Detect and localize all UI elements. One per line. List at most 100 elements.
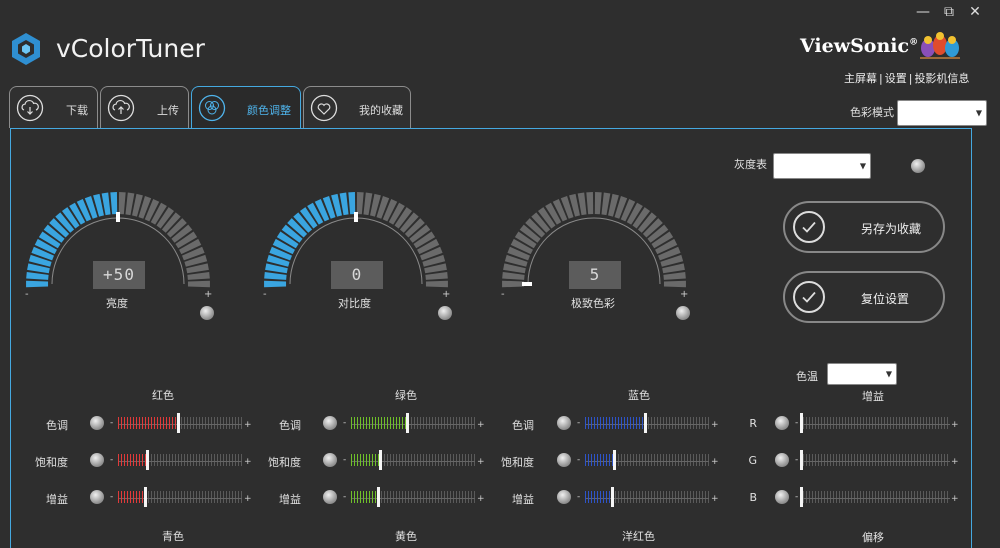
green-row-label: 增益 [279,493,301,506]
slider-track [800,461,950,462]
blue-row-reset-icon[interactable] [557,490,571,504]
slider-fill [118,454,147,466]
gauge-segment [118,192,126,215]
tab-upload[interactable]: 上传 [100,86,189,128]
gain-g-reset-icon[interactable] [775,453,789,467]
slider-thumb[interactable] [405,413,409,433]
chevron-down-icon: ▼ [859,161,866,171]
tab-upload-label: 上传 [157,104,179,117]
contrast-plus: + [442,289,451,300]
save-favorite-button[interactable]: 另存为收藏 [783,201,945,253]
slider-thumb[interactable] [377,487,381,507]
settings-link[interactable]: 设置 [885,72,907,85]
gauge-segment [26,280,49,288]
green-row-slider[interactable] [351,487,475,507]
green-row-slider[interactable] [351,450,475,470]
slider-ticks [800,454,950,466]
tab-download[interactable]: 下载 [9,86,98,128]
slider-thumb[interactable] [800,487,803,507]
slider-thumb[interactable] [145,450,149,470]
blue-row-reset-icon[interactable] [557,416,571,430]
gauge-segment [264,280,287,288]
heart-icon [310,94,338,122]
red-row-label: 增益 [46,493,68,506]
slider-plus: + [951,494,959,504]
contrast-minus: - [263,289,267,300]
slider-thumb[interactable] [800,450,803,470]
color-vivid-plus: + [680,289,689,300]
slider-plus: + [477,420,485,430]
slider-thumb[interactable] [144,487,148,507]
color-temp-select[interactable]: ▼ [827,363,897,385]
slider-thumb[interactable] [611,487,615,507]
red-row-slider[interactable] [118,450,242,470]
color-vivid-reset-icon[interactable] [676,306,690,320]
restore-button[interactable]: ⧉ [938,2,960,22]
gain-r-slider[interactable] [800,413,950,433]
blue-row-slider[interactable] [585,413,709,433]
red-section-title: 红色 [152,389,174,402]
reset-settings-button[interactable]: 复位设置 [783,271,945,323]
blue-row-reset-icon[interactable] [557,453,571,467]
tab-color-adjust[interactable]: 颜色调整 [191,86,301,128]
blue-row-slider[interactable] [585,487,709,507]
slider-plus: + [244,457,252,467]
home-link[interactable]: 主屏幕 [844,72,877,85]
red-row-slider[interactable] [118,487,242,507]
red-row-reset-icon[interactable] [90,490,104,504]
projector-info-link[interactable]: 投影机信息 [914,72,969,85]
gain-section-title: 增益 [862,390,884,403]
green-row-reset-icon[interactable] [323,490,337,504]
red-row-label: 色调 [46,419,68,432]
gain-r-reset-icon[interactable] [775,416,789,430]
slider-fill [585,417,645,429]
red-row-reset-icon[interactable] [90,416,104,430]
close-button[interactable]: ✕ [964,2,986,22]
green-row-reset-icon[interactable] [323,453,337,467]
gain-b-slider[interactable] [800,487,950,507]
grayscale-select[interactable]: ▼ [773,153,871,179]
slider-thumb[interactable] [643,413,647,433]
gauge-segment [356,192,364,215]
blue-row-label: 饱和度 [501,456,534,469]
slider-thumb[interactable] [612,450,616,470]
slider-thumb[interactable] [800,413,803,433]
slider-fill [118,491,146,503]
tab-favorites[interactable]: 我的收藏 [303,86,411,128]
red-row-slider[interactable] [118,413,242,433]
color-circles-icon [198,94,226,122]
green-row-reset-icon[interactable] [323,416,337,430]
slider-thumb[interactable] [176,413,180,433]
checkmark-icon [793,281,825,313]
tab-download-label: 下载 [66,104,88,117]
color-mode-select[interactable]: ▼ [897,100,987,126]
gauge-segment [110,192,118,215]
brightness-minus: - [25,289,29,300]
brightness-reset-icon[interactable] [200,306,214,320]
slider-minus: - [343,492,347,502]
green-row-label: 色调 [279,419,301,432]
slider-thumb[interactable] [378,450,382,470]
green-section-title: 绿色 [395,389,417,402]
gauge-segment [425,271,448,280]
blue-row-slider[interactable] [585,450,709,470]
link-separator: | [908,72,913,85]
slider-plus: + [477,457,485,467]
chevron-down-icon: ▼ [885,369,892,379]
contrast-reset-icon[interactable] [438,306,452,320]
color-vivid-label: 极致色彩 [571,297,615,310]
gain-b-reset-icon[interactable] [775,490,789,504]
red-row-reset-icon[interactable] [90,453,104,467]
gauge-segment [187,271,210,280]
brightness-display: +50 [93,261,145,289]
green-row-slider[interactable] [351,413,475,433]
contrast-label: 对比度 [338,297,371,310]
gain-g-slider[interactable] [800,450,950,470]
grayscale-reset-icon[interactable] [911,159,925,173]
minimize-button[interactable]: — [912,2,934,22]
slider-fill [351,417,407,429]
green-row-label: 饱和度 [268,456,301,469]
color-temp-label: 色温 [796,370,818,383]
slider-fill [351,491,379,503]
birds-logo-icon [920,32,960,59]
